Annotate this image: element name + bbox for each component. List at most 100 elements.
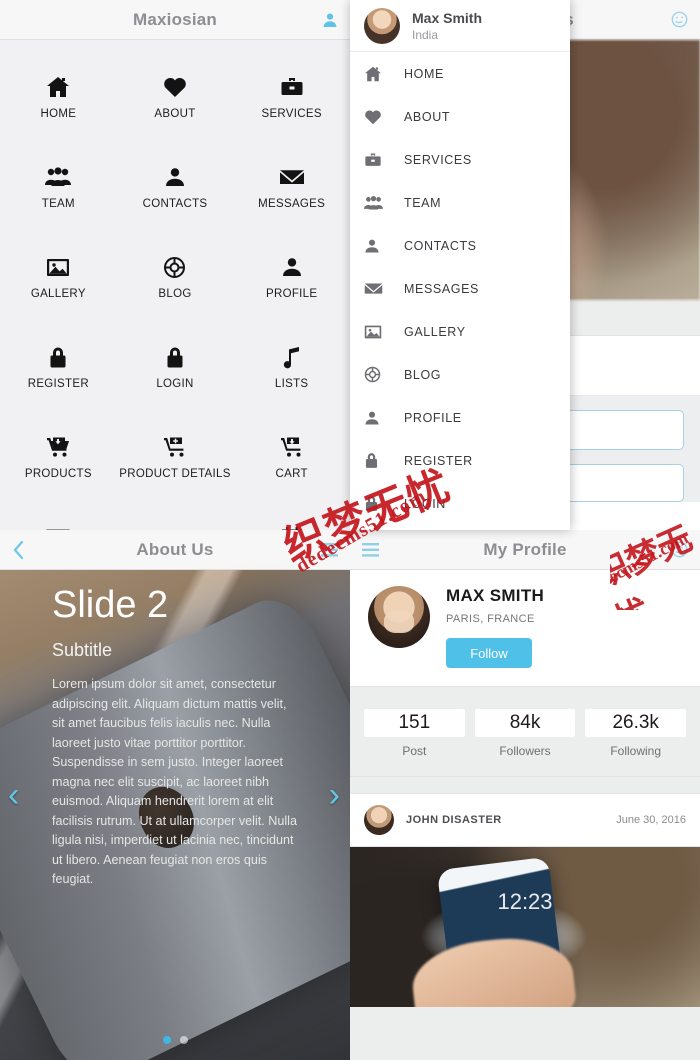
heart-icon bbox=[364, 109, 404, 125]
drawer-item-label: HOME bbox=[404, 66, 444, 81]
post-header[interactable]: JOHN DISASTER June 30, 2016 bbox=[350, 793, 700, 847]
hamburger-icon[interactable] bbox=[362, 530, 379, 569]
screenshot-root: Maxiosian HOME ABOUT SERVICES TEAM CONTA… bbox=[0, 0, 700, 1060]
grid-item-money[interactable] bbox=[0, 506, 117, 530]
grid-label: GALLERY bbox=[30, 288, 86, 300]
drawer-item-profile[interactable]: PROFILE bbox=[350, 396, 570, 439]
drawer-item-label: PROFILE bbox=[404, 410, 462, 425]
stat-label: Post bbox=[402, 744, 427, 758]
drawer-item-contacts[interactable]: CONTACTS bbox=[350, 224, 570, 267]
group-icon bbox=[45, 162, 72, 192]
home-icon-grid: HOME ABOUT SERVICES TEAM CONTACTS MESSAG… bbox=[0, 40, 350, 530]
image-icon bbox=[46, 252, 70, 282]
drawer-item-messages[interactable]: MESSAGES bbox=[350, 267, 570, 310]
slider-next-button[interactable]: › bbox=[329, 778, 340, 812]
lock-icon bbox=[364, 452, 404, 469]
lock-icon bbox=[165, 342, 185, 372]
drawer-item-team[interactable]: TEAM bbox=[350, 181, 570, 224]
drawer-item-gallery[interactable]: GALLERY bbox=[350, 310, 570, 353]
grid-label: TEAM bbox=[41, 198, 75, 210]
drawer-item-login[interactable]: LOGIN bbox=[350, 482, 570, 525]
drawer-item-label: TEAM bbox=[404, 195, 442, 210]
slide-text: Lorem ipsum dolor sit amet, consectetur … bbox=[52, 677, 297, 887]
avatar bbox=[364, 7, 400, 44]
grid-item-tag[interactable] bbox=[117, 506, 234, 530]
slider-prev-button[interactable]: ‹ bbox=[8, 778, 19, 812]
profile-header-bar: My Profile bbox=[350, 530, 700, 570]
grid-label: CONTACTS bbox=[142, 198, 208, 210]
image-icon bbox=[364, 324, 404, 340]
briefcase-icon bbox=[280, 72, 304, 102]
grid-item-gallery[interactable]: GALLERY bbox=[0, 236, 117, 326]
page-title: Maxiosian bbox=[133, 9, 217, 29]
smiley-icon[interactable] bbox=[671, 0, 688, 39]
drawer-item-about[interactable]: ABOUT bbox=[350, 95, 570, 138]
slider-dot-active[interactable] bbox=[162, 1036, 171, 1044]
avatar bbox=[364, 805, 394, 835]
grid-label: REGISTER bbox=[27, 378, 89, 390]
panel-profile: My Profile MAX SMITH PARIS, FRANCE Follo… bbox=[350, 530, 700, 1060]
user-icon[interactable] bbox=[322, 0, 338, 39]
grid-item-about[interactable]: ABOUT bbox=[117, 56, 234, 146]
drawer-user-location: India bbox=[412, 27, 439, 42]
stat-label: Followers bbox=[499, 744, 551, 758]
side-drawer-menu: Max Smith India HOME ABOUT SERVICES TEAM… bbox=[350, 0, 570, 530]
envelope-icon bbox=[364, 281, 404, 296]
grid-item-cart[interactable]: CART bbox=[233, 416, 350, 506]
music-note-icon bbox=[282, 342, 302, 372]
stat-following[interactable]: 26.3k Following bbox=[585, 709, 687, 758]
stat-value: 84k bbox=[474, 709, 576, 737]
drawer-item-register[interactable]: REGISTER bbox=[350, 439, 570, 482]
grid-item-product-details[interactable]: PRODUCT DETAILS bbox=[117, 416, 234, 506]
calendar-icon bbox=[281, 522, 303, 530]
lifebuoy-icon bbox=[163, 252, 186, 282]
lock-icon bbox=[48, 342, 68, 372]
grid-item-home[interactable]: HOME bbox=[0, 56, 117, 146]
grid-item-messages[interactable]: MESSAGES bbox=[233, 146, 350, 236]
profile-name: MAX SMITH bbox=[446, 586, 545, 605]
drawer-item-label: BLOG bbox=[404, 367, 442, 382]
slider-dot[interactable] bbox=[179, 1036, 188, 1044]
grid-label: HOME bbox=[40, 108, 77, 120]
lock-icon bbox=[364, 495, 404, 512]
drawer-item-blog[interactable]: BLOG bbox=[350, 353, 570, 396]
grid-item-register[interactable]: REGISTER bbox=[0, 326, 117, 416]
cart-plus-icon bbox=[163, 432, 187, 462]
drawer-item-label: REGISTER bbox=[404, 453, 473, 468]
grid-item-services[interactable]: SERVICES bbox=[233, 56, 350, 146]
stat-label: Following bbox=[610, 744, 662, 758]
stat-followers[interactable]: 84k Followers bbox=[474, 709, 576, 758]
follow-button[interactable]: Follow bbox=[446, 638, 532, 668]
grid-label: PRODUCT DETAILS bbox=[119, 468, 231, 480]
grid-item-login[interactable]: LOGIN bbox=[117, 326, 234, 416]
person-icon bbox=[281, 252, 303, 282]
slide-subtitle: Subtitle bbox=[52, 640, 113, 660]
person-icon bbox=[364, 238, 404, 254]
grid-item-products[interactable]: PRODUCTS bbox=[0, 416, 117, 506]
grid-item-profile[interactable]: PROFILE bbox=[233, 236, 350, 326]
smiley-icon[interactable] bbox=[671, 530, 688, 569]
panel-home: Maxiosian HOME ABOUT SERVICES TEAM CONTA… bbox=[0, 0, 350, 530]
lifebuoy-icon bbox=[364, 366, 404, 383]
drawer-item-home[interactable]: HOME bbox=[350, 52, 570, 95]
grid-item-lists[interactable]: LISTS bbox=[233, 326, 350, 416]
drawer-item-services[interactable]: SERVICES bbox=[350, 138, 570, 181]
grid-item-team[interactable]: TEAM bbox=[0, 146, 117, 236]
group-icon bbox=[364, 195, 404, 211]
grid-label: LOGIN bbox=[156, 378, 194, 390]
drawer-item-label: MESSAGES bbox=[404, 281, 479, 296]
grid-item-contacts[interactable]: CONTACTS bbox=[117, 146, 234, 236]
post-image: 12:23 bbox=[350, 847, 700, 1007]
grid-label: BLOG bbox=[158, 288, 192, 300]
slider-dots bbox=[0, 1036, 350, 1044]
grid-label: CART bbox=[275, 468, 308, 480]
drawer-user-info: Max Smith India bbox=[412, 10, 482, 42]
avatar bbox=[368, 586, 430, 648]
stat-post[interactable]: 151 Post bbox=[364, 709, 465, 758]
cart-icon bbox=[280, 432, 304, 462]
grid-item-calendar[interactable] bbox=[233, 506, 350, 530]
person-icon bbox=[164, 162, 186, 192]
drawer-user-name: Max Smith bbox=[412, 9, 483, 26]
drawer-user-header[interactable]: Max Smith India bbox=[350, 0, 570, 52]
grid-item-blog[interactable]: BLOG bbox=[117, 236, 234, 326]
